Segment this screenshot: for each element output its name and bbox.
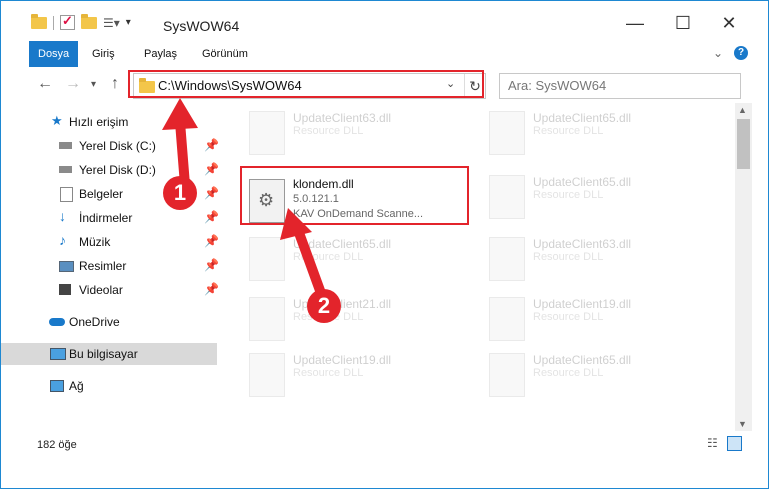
arrow-1 xyxy=(162,98,198,190)
annotation-arrows xyxy=(162,98,327,301)
arrow-2 xyxy=(280,208,327,301)
step-2-badge: 2 xyxy=(307,289,341,323)
step-1-badge: 1 xyxy=(163,176,197,210)
